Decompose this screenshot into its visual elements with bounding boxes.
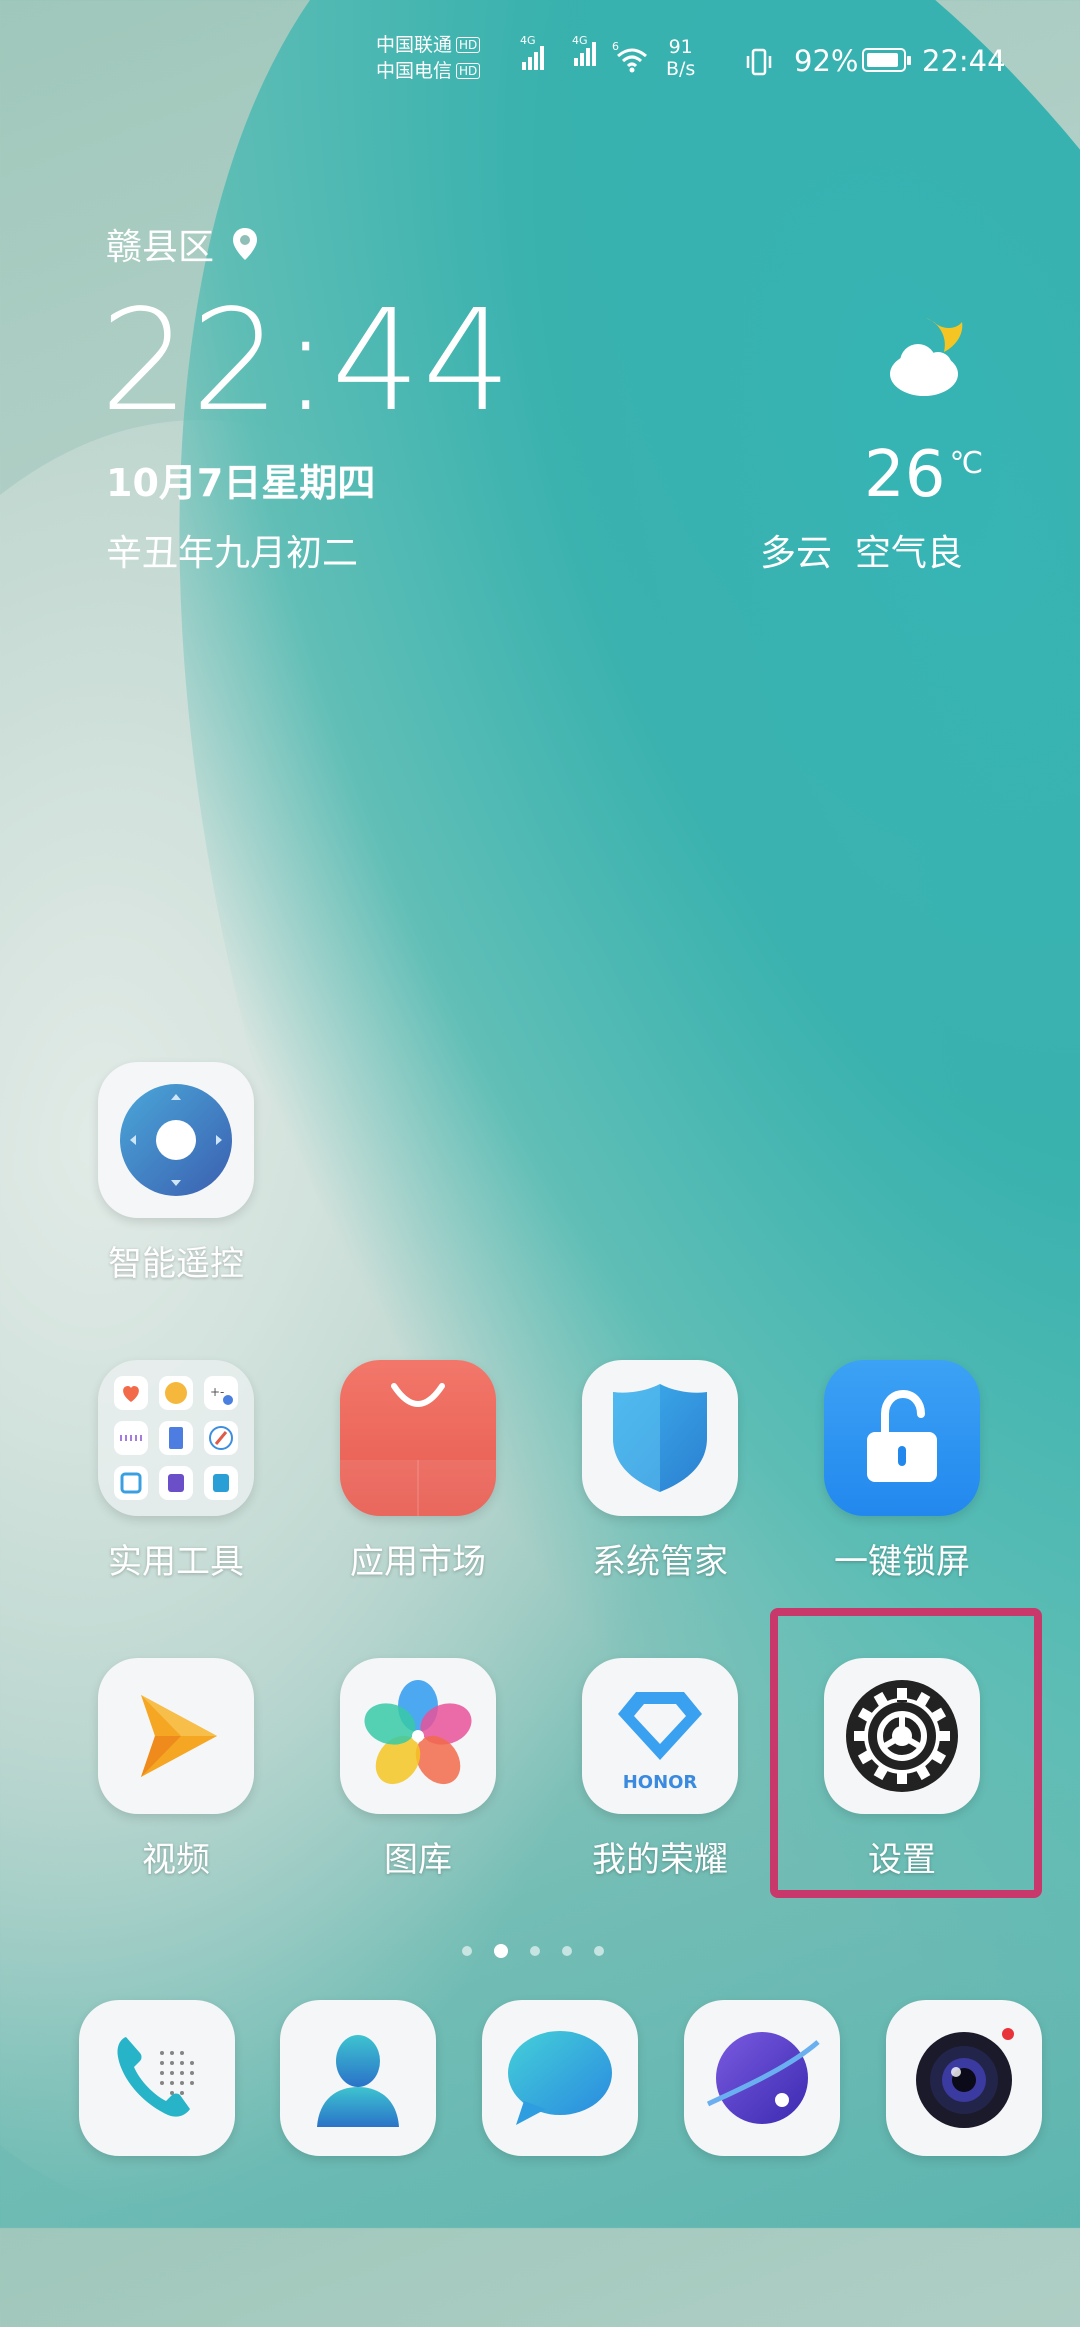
signal-icon: 4G [572, 34, 596, 66]
app-one-key-lock[interactable]: 一键锁屏 [802, 1360, 1002, 1583]
honor-diamond-icon: HONOR [582, 1658, 738, 1814]
carrier-2: 中国电信 [376, 60, 453, 82]
lunar-date: 辛丑年九月初二 [106, 533, 359, 574]
app-label: 图库 [384, 1840, 452, 1880]
carrier-1: 中国联通 [376, 34, 453, 56]
dock-browser[interactable] [662, 2000, 862, 2156]
cloudy-night-icon[interactable] [878, 312, 978, 402]
dock-messages[interactable] [460, 2000, 660, 2156]
page-dot[interactable] [594, 1946, 604, 1956]
page-dot[interactable] [530, 1946, 540, 1956]
page-dot-active[interactable] [494, 1944, 508, 1958]
weather-condition: 多云 空气良 [760, 533, 963, 574]
app-label: 视频 [142, 1840, 210, 1880]
browser-icon [684, 2000, 840, 2156]
status-time: 22:44 [922, 44, 1006, 78]
folder-icon: +- [98, 1360, 254, 1516]
temperature: 26 ℃ [864, 438, 984, 512]
location-label: 赣县区 [106, 227, 215, 268]
date-label: 10月7日星期四 [106, 461, 376, 505]
dock-phone[interactable] [57, 2000, 257, 2156]
app-video[interactable]: 视频 [76, 1658, 276, 1881]
svg-text:+-: +- [210, 1385, 224, 1399]
dock-camera[interactable] [864, 2000, 1064, 2156]
wifi-icon: 6 [612, 40, 647, 73]
battery-icon [862, 48, 911, 72]
app-market[interactable]: 应用市场 [318, 1360, 518, 1583]
app-system-manager[interactable]: 系统管家 [560, 1360, 760, 1583]
app-label: 一键锁屏 [834, 1542, 970, 1582]
play-icon [98, 1658, 254, 1814]
app-my-honor[interactable]: HONOR 我的荣耀 [560, 1658, 760, 1881]
location-pin-icon [233, 228, 258, 260]
signal-icon: 4G [520, 34, 544, 70]
phone-icon [79, 2000, 235, 2156]
camera-icon [886, 2000, 1042, 2156]
hd-badge: HD [456, 37, 481, 53]
remote-control-icon [98, 1062, 254, 1218]
status-bar: 中国联通 HD 中国电信 HD 4G 4G 6 91 B/s 92% 22:44 [0, 30, 1080, 90]
app-label: 系统管家 [592, 1542, 728, 1582]
dock-contacts[interactable] [258, 2000, 458, 2156]
settings-highlight-box [770, 1608, 1042, 1898]
net-speed: 91 B/s [666, 36, 696, 80]
shield-icon [582, 1360, 738, 1516]
clock-widget[interactable]: 22:44 [100, 280, 513, 443]
hd-badge: HD [456, 63, 481, 79]
app-smart-remote[interactable]: 智能遥控 [76, 1062, 276, 1285]
flower-icon [340, 1658, 496, 1814]
app-label: 智能遥控 [108, 1244, 244, 1284]
page-dot[interactable] [462, 1946, 472, 1956]
folder-tools[interactable]: +- 实用工具 [76, 1360, 276, 1583]
location[interactable]: 赣县区 [106, 218, 258, 270]
app-label: 实用工具 [108, 1542, 244, 1582]
unlock-icon [824, 1360, 980, 1516]
messages-icon [482, 2000, 638, 2156]
battery-percent: 92% [794, 44, 859, 78]
page-indicator[interactable] [462, 1944, 604, 1958]
app-label: 应用市场 [350, 1542, 486, 1582]
page-dot[interactable] [562, 1946, 572, 1956]
vibrate-icon [746, 48, 772, 76]
carrier-info: 中国联通 HD 中国电信 HD [376, 32, 481, 84]
contacts-icon [280, 2000, 436, 2156]
shopping-bag-icon [340, 1360, 496, 1516]
svg-text:HONOR: HONOR [623, 1772, 698, 1793]
svg-text:6: 6 [612, 40, 619, 53]
app-label: 我的荣耀 [592, 1840, 728, 1880]
app-gallery[interactable]: 图库 [318, 1658, 518, 1881]
